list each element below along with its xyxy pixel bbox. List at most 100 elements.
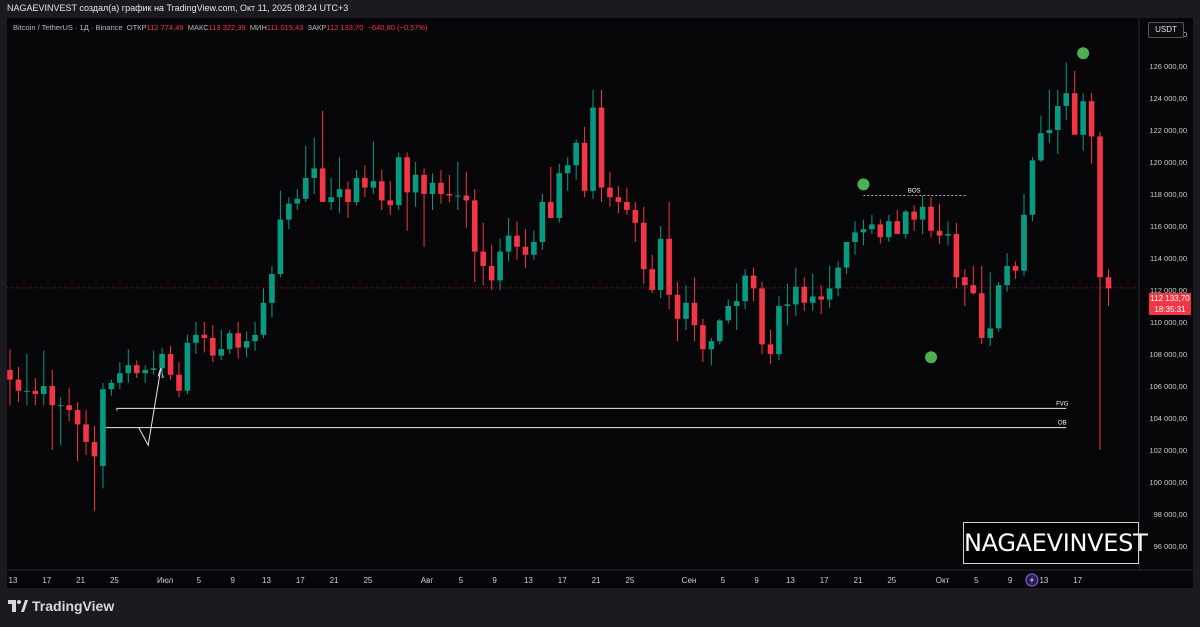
- candle-down: [818, 296, 824, 300]
- candle-up: [995, 285, 1002, 329]
- candlestick-chart[interactable]: 96 000,00 98 000,00 100 000,00 102 000,00 10…: [7, 18, 1193, 588]
- candle-down: [471, 200, 478, 252]
- last-price-value: 112 133,70: [1150, 294, 1190, 303]
- candle-down: [953, 234, 960, 278]
- candle-up: [1004, 266, 1010, 286]
- y-tick-label: 118 000,00: [1150, 190, 1187, 199]
- x-tick-label: 21: [854, 576, 863, 585]
- x-tick-label: Окт: [936, 576, 950, 585]
- candle-up: [193, 334, 199, 343]
- candle-up: [269, 274, 275, 303]
- x-tick-label: Авг: [421, 576, 434, 585]
- tradingview-logo-icon: [8, 600, 28, 612]
- candle-down: [928, 206, 934, 231]
- candle-up: [412, 174, 419, 193]
- x-tick-label: 25: [110, 576, 119, 585]
- y-tick-label: 106 000,00: [1149, 382, 1187, 391]
- currency-button[interactable]: USDT: [1148, 22, 1184, 38]
- signal-marker: [857, 178, 870, 191]
- y-tick-label: 126 000,00: [1149, 62, 1187, 71]
- x-tick-label: 13: [1039, 576, 1048, 585]
- x-tick-label: 9: [754, 576, 759, 585]
- candle-down: [607, 187, 613, 198]
- candle-up: [142, 370, 148, 374]
- candle-down: [83, 424, 89, 442]
- candle-down: [421, 174, 427, 194]
- candle-up: [683, 302, 689, 319]
- candle-down: [514, 235, 520, 247]
- candle-countdown: 18:35:31: [1154, 304, 1186, 314]
- candle-down: [767, 344, 774, 354]
- chart-attribution: NAGAEVINVEST создал(а) график на Trading…: [7, 3, 349, 13]
- candle-down: [379, 181, 385, 201]
- candle-down: [548, 202, 554, 218]
- signal-marker: [925, 351, 938, 364]
- high-value: 113 322,39: [208, 23, 246, 32]
- candle-up: [556, 173, 563, 218]
- open-label: ОТКР: [126, 23, 147, 32]
- candle-up: [919, 206, 926, 220]
- candle-up: [370, 181, 377, 188]
- candle-up: [243, 341, 250, 348]
- tradingview-logo[interactable]: TradingView: [8, 598, 114, 614]
- candle-up: [277, 219, 284, 274]
- candle-down: [438, 182, 444, 194]
- candle-up: [531, 242, 537, 255]
- candle-up: [717, 320, 723, 342]
- change-value: −640,80 (−0,57%): [367, 23, 428, 32]
- x-tick-label: 9: [230, 576, 235, 585]
- x-tick-label: 17: [42, 576, 51, 585]
- candle-down: [598, 107, 605, 188]
- close-label: ЗАКР: [307, 23, 327, 32]
- candle-down: [91, 442, 98, 457]
- candle-up: [286, 203, 292, 220]
- signal-marker: [1077, 47, 1090, 60]
- candle-up: [539, 202, 546, 242]
- high-label: МАКС: [187, 23, 209, 32]
- x-tick-label: 13: [524, 576, 533, 585]
- candle-down: [32, 390, 39, 394]
- candle-up: [24, 390, 30, 392]
- annotation-arrow: [138, 366, 162, 447]
- candle-up: [184, 342, 191, 391]
- candle-down: [74, 410, 81, 425]
- candle-up: [108, 382, 115, 390]
- chart-area[interactable]: 96 000,00 98 000,00 100 000,00 102 000,00 10…: [7, 18, 1193, 588]
- low-value: 111 019,43: [266, 23, 304, 32]
- candle-down: [201, 334, 208, 338]
- x-tick-label: 13: [9, 576, 18, 585]
- x-tick-label: 25: [625, 576, 634, 585]
- candle-up: [226, 333, 233, 350]
- candle-down: [66, 405, 72, 410]
- x-tick-label: 5: [721, 576, 726, 585]
- x-tick-label: Июл: [157, 576, 174, 585]
- candle-up: [1055, 106, 1061, 130]
- candle-up: [1063, 93, 1070, 106]
- y-tick-label: 124 000,00: [1149, 94, 1187, 103]
- candle-up: [497, 251, 503, 281]
- candle-down: [691, 302, 698, 326]
- y-tick-label: 104 000,00: [1149, 414, 1187, 423]
- y-tick-label: 116 000,00: [1150, 222, 1187, 231]
- candle-up: [945, 234, 951, 236]
- candle-up: [1046, 130, 1053, 134]
- candle-down: [210, 338, 216, 356]
- candle-up: [869, 224, 875, 230]
- candle-down: [49, 386, 56, 406]
- candle-down: [446, 194, 453, 196]
- candle-up: [886, 221, 892, 238]
- candle-down: [480, 251, 486, 266]
- candle-up: [860, 229, 867, 233]
- candle-up: [843, 242, 850, 268]
- candle-down: [978, 293, 985, 338]
- x-tick-label: 5: [459, 576, 464, 585]
- candle-down: [759, 288, 765, 345]
- candle-up: [835, 267, 841, 289]
- x-tick-label: 25: [363, 576, 372, 585]
- candle-up: [573, 142, 579, 166]
- x-tick-label: 13: [262, 576, 271, 585]
- candle-down: [877, 224, 884, 238]
- candle-up: [793, 286, 799, 305]
- x-tick-label: 17: [296, 576, 305, 585]
- candle-up: [1021, 214, 1027, 271]
